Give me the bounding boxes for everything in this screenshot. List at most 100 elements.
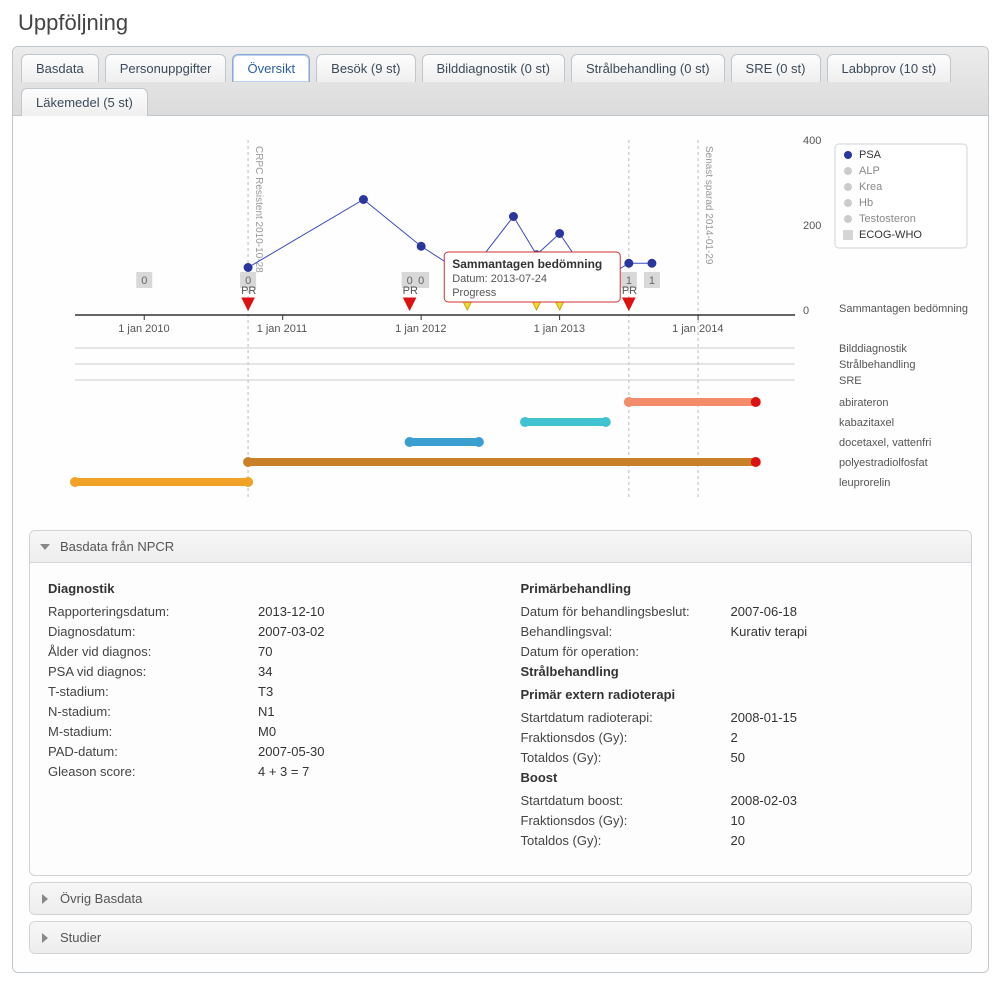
field-value: N1 — [258, 704, 481, 719]
svg-text:200: 200 — [803, 220, 821, 232]
accordion-header[interactable]: Studier — [30, 922, 971, 953]
svg-text:kabazitaxel: kabazitaxel — [839, 417, 894, 429]
section-title: Primärbehandling — [521, 581, 954, 596]
svg-text:1 jan 2011: 1 jan 2011 — [257, 323, 308, 335]
tab-panel: BasdataPersonuppgifterÖversiktBesök (9 s… — [12, 46, 989, 973]
svg-text:SRE: SRE — [839, 375, 862, 387]
svg-text:400: 400 — [803, 135, 821, 147]
field-value: 2007-03-02 — [258, 624, 481, 639]
field-value: 2013-12-10 — [258, 604, 481, 619]
field-value: 10 — [731, 813, 954, 828]
svg-text:Testosteron: Testosteron — [859, 213, 916, 225]
tab[interactable]: Personuppgifter — [105, 54, 227, 82]
svg-text:docetaxel, vattenfri: docetaxel, vattenfri — [839, 437, 931, 449]
field-value: T3 — [258, 684, 481, 699]
svg-text:0: 0 — [418, 275, 424, 287]
field-label: Fraktionsdos (Gy): — [521, 730, 731, 745]
svg-text:ALP: ALP — [859, 165, 880, 177]
accordion-title: Studier — [60, 930, 101, 945]
svg-text:PR: PR — [622, 285, 637, 297]
field-value: 4 + 3 = 7 — [258, 764, 481, 779]
svg-text:Strålbehandling: Strålbehandling — [839, 359, 915, 371]
field-label: M-stadium: — [48, 724, 258, 739]
field-value: M0 — [258, 724, 481, 739]
chevron-down-icon — [42, 933, 48, 943]
accordion-header[interactable]: Basdata från NPCR — [30, 531, 971, 563]
svg-text:CRPC Resistent 2010-10-28: CRPC Resistent 2010-10-28 — [253, 146, 264, 273]
field-value: 2007-05-30 — [258, 744, 481, 759]
svg-text:Datum: 2013-07-24: Datum: 2013-07-24 — [452, 273, 547, 285]
svg-text:polyestradiolfosfat: polyestradiolfosfat — [839, 457, 928, 469]
field-label: N-stadium: — [48, 704, 258, 719]
svg-text:1 jan 2010: 1 jan 2010 — [118, 323, 169, 335]
field-value: 70 — [258, 644, 481, 659]
field-value: 2008-01-15 — [731, 710, 954, 725]
field-label: PSA vid diagnos: — [48, 664, 258, 679]
field-label: Startdatum radioterapi: — [521, 710, 731, 725]
field-value: 2008-02-03 — [731, 793, 954, 808]
svg-text:0: 0 — [141, 275, 147, 287]
svg-text:Sammantagen bedömning: Sammantagen bedömning — [839, 303, 968, 315]
field-label: Rapporteringsdatum: — [48, 604, 258, 619]
svg-text:PSA: PSA — [859, 149, 882, 161]
tab[interactable]: Labbprov (10 st) — [827, 54, 952, 82]
section-title: Strålbehandling — [521, 664, 954, 679]
chevron-down-icon — [40, 544, 50, 550]
svg-text:Hb: Hb — [859, 197, 873, 209]
accordion-header[interactable]: Övrig Basdata — [30, 883, 971, 914]
field-label: Diagnosdatum: — [48, 624, 258, 639]
field-label: Datum för operation: — [521, 644, 731, 659]
field-label: Totaldos (Gy): — [521, 833, 731, 848]
tab[interactable]: Bilddiagnostik (0 st) — [422, 54, 565, 82]
svg-text:Sammantagen bedömning: Sammantagen bedömning — [452, 257, 602, 271]
field-label: Fraktionsdos (Gy): — [521, 813, 731, 828]
field-value — [731, 644, 954, 659]
field-value: 50 — [731, 750, 954, 765]
accordion: Övrig Basdata — [29, 882, 972, 915]
svg-text:1 jan 2012: 1 jan 2012 — [395, 323, 446, 335]
tab[interactable]: Besök (9 st) — [316, 54, 415, 82]
section-subtitle: Primär extern radioterapi — [521, 687, 954, 702]
field-label: Ålder vid diagnos: — [48, 644, 258, 659]
accordion: Basdata från NPCR Diagnostik Rapporterings… — [29, 530, 972, 876]
section-title: Diagnostik — [48, 581, 481, 596]
field-label: Behandlingsval: — [521, 624, 731, 639]
svg-text:1: 1 — [649, 275, 655, 287]
tab[interactable]: Basdata — [21, 54, 99, 82]
accordion-title: Övrig Basdata — [60, 891, 142, 906]
svg-text:Senast sparad 2014-01-29: Senast sparad 2014-01-29 — [703, 146, 714, 265]
field-label: Gleason score: — [48, 764, 258, 779]
svg-text:PR: PR — [241, 285, 256, 297]
svg-text:leuprorelin: leuprorelin — [839, 477, 890, 489]
svg-text:Bilddiagnostik: Bilddiagnostik — [839, 343, 907, 355]
svg-text:1 jan 2013: 1 jan 2013 — [534, 323, 585, 335]
accordion: Studier — [29, 921, 972, 954]
tab[interactable]: Översikt — [232, 54, 310, 82]
svg-text:0: 0 — [803, 305, 809, 317]
svg-text:Krea: Krea — [859, 181, 883, 193]
accordion-title: Basdata från NPCR — [60, 539, 174, 554]
field-label: Datum för behandlingsbeslut: — [521, 604, 731, 619]
chevron-down-icon — [42, 894, 48, 904]
svg-text:ECOG-WHO: ECOG-WHO — [859, 229, 922, 241]
field-label: PAD-datum: — [48, 744, 258, 759]
field-value: 2007-06-18 — [731, 604, 954, 619]
overview-chart[interactable]: CRPC Resistent 2010-10-28 Senast sparad 2… — [35, 130, 966, 510]
field-value: 20 — [731, 833, 954, 848]
section-title: Boost — [521, 770, 954, 785]
field-value: 34 — [258, 664, 481, 679]
field-value: Kurativ terapi — [731, 624, 954, 639]
page-title: Uppföljning — [18, 10, 989, 36]
svg-text:1 jan 2014: 1 jan 2014 — [672, 323, 723, 335]
field-label: Startdatum boost: — [521, 793, 731, 808]
svg-text:Progress: Progress — [452, 287, 497, 299]
tab-strip: BasdataPersonuppgifterÖversiktBesök (9 s… — [13, 47, 988, 116]
field-value: 2 — [731, 730, 954, 745]
field-label: Totaldos (Gy): — [521, 750, 731, 765]
accordion-body: DiagnostikRapporteringsdatum:2013-12-10D… — [30, 563, 971, 875]
svg-text:abirateron: abirateron — [839, 397, 889, 409]
tab[interactable]: Läkemedel (5 st) — [21, 88, 148, 116]
tab[interactable]: Strålbehandling (0 st) — [571, 54, 725, 82]
svg-text:PR: PR — [403, 285, 418, 297]
tab[interactable]: SRE (0 st) — [731, 54, 821, 82]
